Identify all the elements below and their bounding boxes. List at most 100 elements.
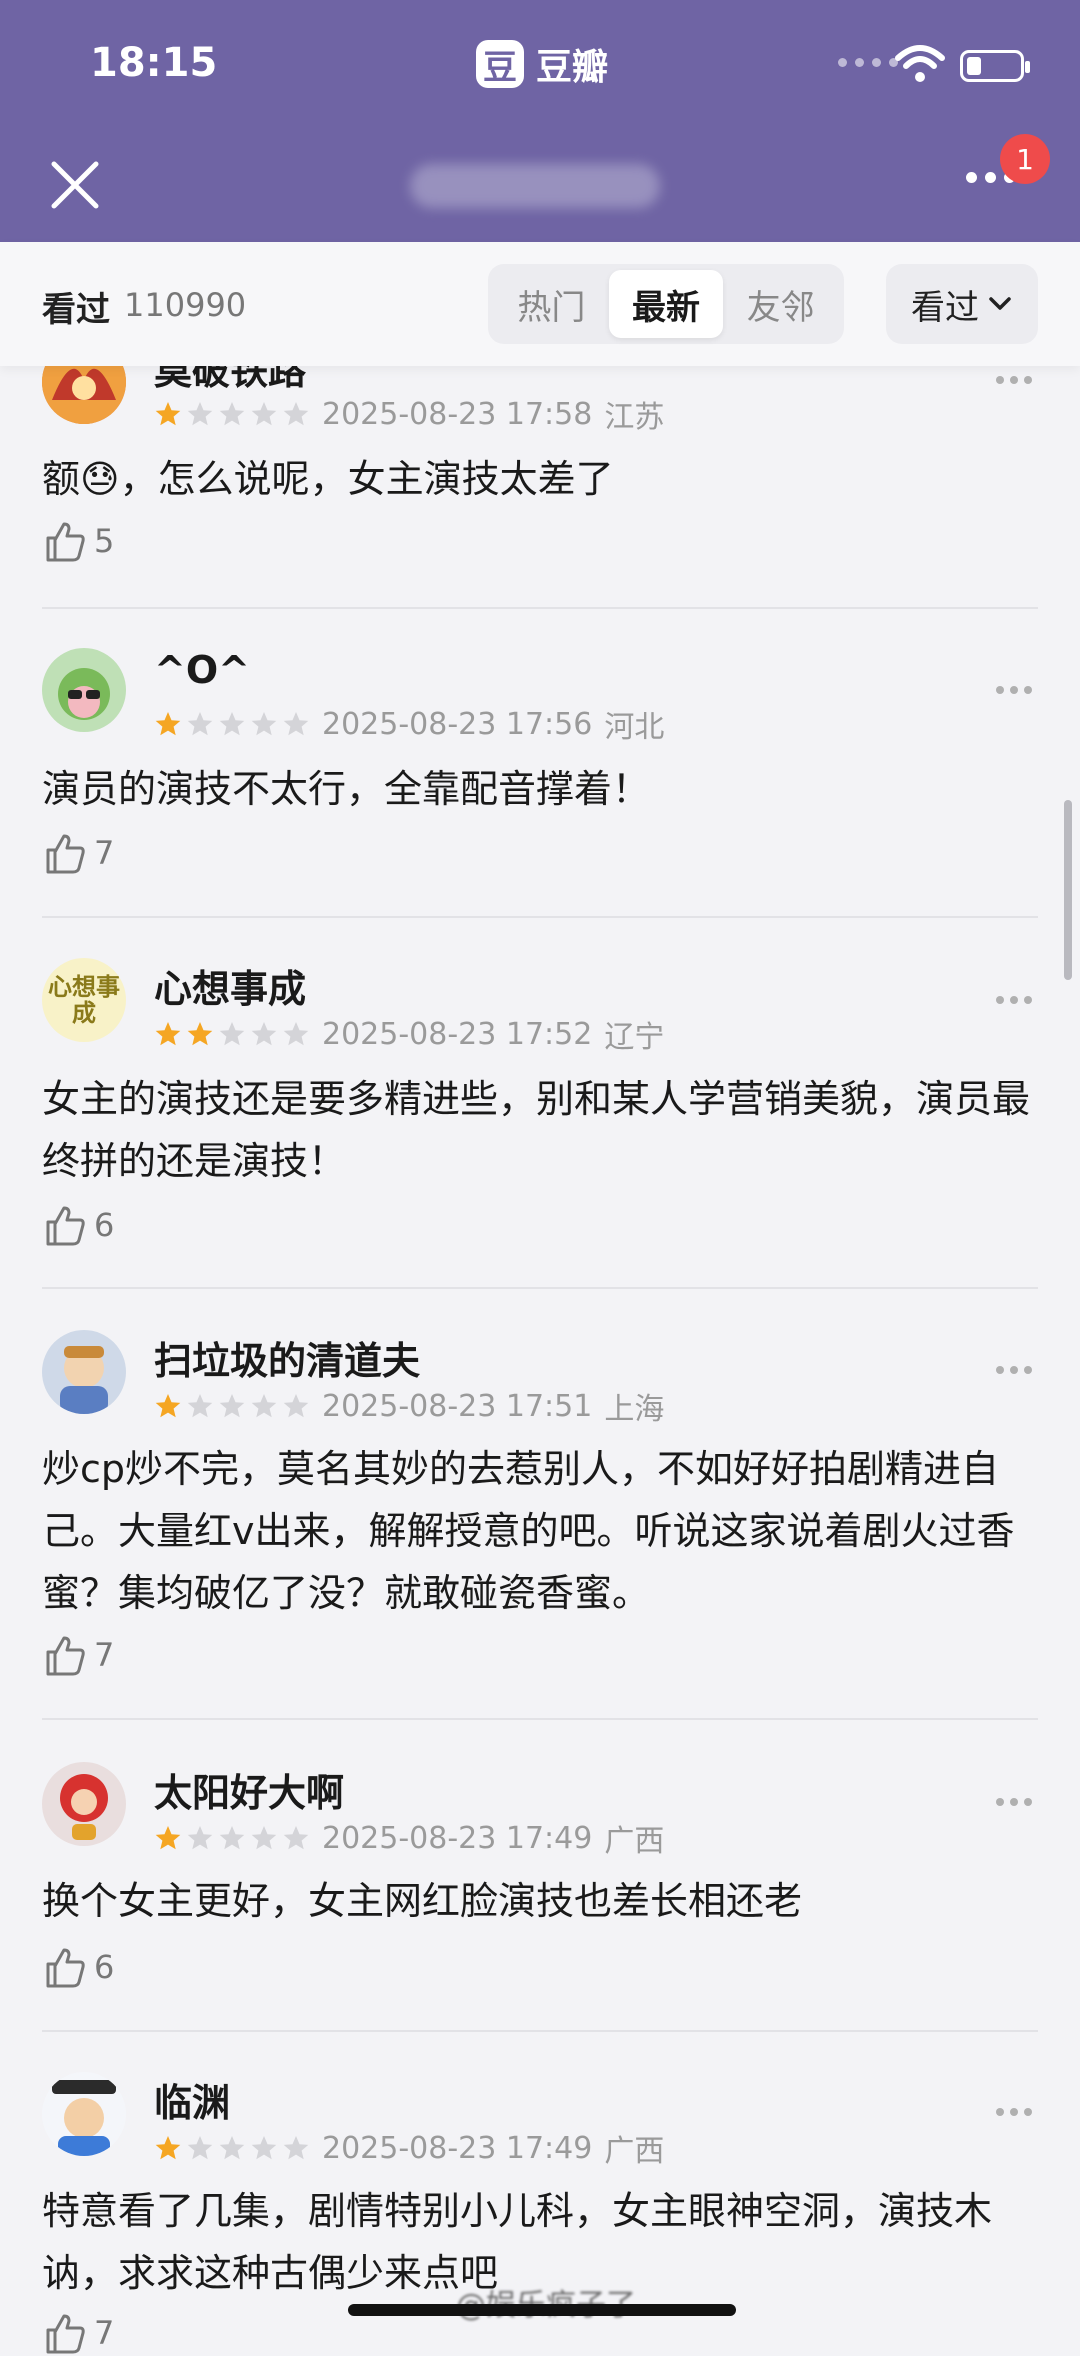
rating-stars xyxy=(154,400,310,428)
seen-label: 看过 xyxy=(42,290,110,330)
username[interactable]: 临渊 xyxy=(154,2072,230,2127)
thumbs-up-icon xyxy=(46,522,85,562)
seen-count: 110990 xyxy=(124,286,247,324)
user-avatar[interactable]: 心想事成 xyxy=(42,958,126,1042)
star-filled-icon xyxy=(155,1394,181,1418)
tab-hot[interactable]: 热门 xyxy=(494,270,609,338)
review-more-button[interactable] xyxy=(996,376,1032,384)
review-more-button[interactable] xyxy=(996,686,1032,694)
review-region: 河北 xyxy=(604,710,665,745)
star-filled-icon xyxy=(155,1826,181,1850)
app-badge: 豆 豆瓣 xyxy=(476,38,608,90)
star-empty-icon xyxy=(251,1394,277,1418)
divider xyxy=(42,1718,1038,1720)
review-meta: 2025-08-23 17:49 广西 xyxy=(154,2126,664,2170)
like-button[interactable]: 6 xyxy=(42,1944,114,1990)
star-empty-icon xyxy=(283,712,309,736)
review-meta: 2025-08-23 17:52 辽宁 xyxy=(154,1012,664,1056)
star-empty-icon xyxy=(219,712,245,736)
review-meta: 2025-08-23 17:51 上海 xyxy=(154,1384,664,1428)
divider xyxy=(42,1287,1038,1289)
review-meta: 2025-08-23 17:58 江苏 xyxy=(154,392,664,436)
username[interactable]: 扫垃圾的清道夫 xyxy=(154,1330,420,1385)
rating-stars xyxy=(154,1020,310,1048)
wifi-icon xyxy=(895,45,945,82)
review-more-button[interactable] xyxy=(996,2108,1032,2116)
star-empty-icon xyxy=(283,1022,309,1046)
star-empty-icon xyxy=(187,402,213,426)
watermark: @娱乐疯子了 xyxy=(456,2280,676,2326)
review-text: 炒cp炒不完，莫名其妙的去惹别人，不如好好拍剧精进自己。大量红v出来，解解授意的… xyxy=(42,1447,1015,1615)
douban-logo-icon: 豆 xyxy=(476,40,524,88)
star-empty-icon xyxy=(283,402,309,426)
star-empty-icon xyxy=(187,1826,213,1850)
like-button[interactable]: 7 xyxy=(42,1632,114,1678)
star-empty-icon xyxy=(251,1826,277,1850)
review-region: 广西 xyxy=(604,1824,665,1859)
thumbs-up-icon xyxy=(46,834,85,874)
divider xyxy=(42,2030,1038,2032)
star-empty-icon xyxy=(283,1394,309,1418)
like-count: 7 xyxy=(94,2314,115,2352)
user-avatar[interactable] xyxy=(42,2072,126,2156)
username[interactable]: 心想事成 xyxy=(154,958,306,1013)
user-avatar[interactable] xyxy=(42,1330,126,1414)
home-indicator[interactable] xyxy=(348,2304,736,2316)
like-button[interactable]: 5 xyxy=(42,518,114,564)
star-empty-icon xyxy=(187,712,213,736)
status-time: 18:15 xyxy=(90,40,218,86)
review-more-button[interactable] xyxy=(996,1798,1032,1806)
cellular-signal-icon xyxy=(838,58,898,67)
close-button[interactable] xyxy=(46,156,104,214)
top-bar: 18:15 豆 豆瓣 1 xyxy=(0,0,1080,242)
seen-filter-label: 看过 xyxy=(911,287,979,328)
star-empty-icon xyxy=(251,402,277,426)
star-filled-icon xyxy=(187,1022,213,1046)
star-empty-icon xyxy=(219,1826,245,1850)
review-text: 演员的演技不太行，全靠配音撑着！ xyxy=(42,767,651,811)
star-empty-icon xyxy=(219,1022,245,1046)
star-filled-icon xyxy=(155,2136,181,2160)
notification-badge: 1 xyxy=(1000,134,1050,184)
user-avatar[interactable] xyxy=(42,648,126,732)
seen-filter-dropdown[interactable]: 看过 xyxy=(886,264,1038,344)
star-filled-icon xyxy=(155,712,181,736)
review-time: 2025-08-23 17:51 xyxy=(322,1388,593,1424)
star-empty-icon xyxy=(219,2136,245,2160)
like-button[interactable]: 7 xyxy=(42,830,114,876)
review-more-button[interactable] xyxy=(996,1366,1032,1374)
like-count: 6 xyxy=(94,1206,115,1244)
review-region: 江苏 xyxy=(604,400,665,435)
username[interactable]: 太阳好大啊 xyxy=(154,1762,344,1817)
scrollbar[interactable] xyxy=(1064,800,1072,980)
review-time: 2025-08-23 17:52 xyxy=(322,1016,593,1052)
tab-latest[interactable]: 最新 xyxy=(608,270,724,338)
review-region: 广西 xyxy=(604,2134,665,2169)
like-button[interactable]: 6 xyxy=(42,1202,114,1248)
review-meta: 2025-08-23 17:56 河北 xyxy=(154,702,664,746)
review-time: 2025-08-23 17:49 xyxy=(322,1820,593,1856)
thumbs-up-icon xyxy=(46,1206,85,1246)
divider xyxy=(42,916,1038,918)
sort-tabs: 热门 最新 友邻 xyxy=(488,264,844,344)
review-more-button[interactable] xyxy=(996,996,1032,1004)
sweat-emoji: 😓 xyxy=(80,457,120,501)
like-count: 6 xyxy=(94,1948,115,1986)
star-empty-icon xyxy=(283,2136,309,2160)
battery-icon xyxy=(960,50,1030,82)
rating-stars xyxy=(154,2134,310,2162)
like-count: 7 xyxy=(94,1636,115,1674)
username[interactable]: ^O^ xyxy=(154,648,250,692)
avatar-text: 心想事成 xyxy=(48,973,120,1027)
tab-friends[interactable]: 友邻 xyxy=(723,270,838,338)
star-empty-icon xyxy=(283,1826,309,1850)
star-empty-icon xyxy=(251,1022,277,1046)
rating-stars xyxy=(154,1824,310,1852)
like-button[interactable]: 7 xyxy=(42,2310,114,2356)
review-text: 女主的演技还是要多精进些，别和某人学营销美貌，演员最终拼的还是演技！ xyxy=(42,1077,1031,1183)
rating-stars xyxy=(154,710,310,738)
user-avatar[interactable] xyxy=(42,1762,126,1846)
review-meta: 2025-08-23 17:49 广西 xyxy=(154,1816,664,1860)
thumbs-up-icon xyxy=(46,2314,85,2354)
review-text: 额😓，怎么说呢，女主演技太差了 xyxy=(42,457,614,501)
